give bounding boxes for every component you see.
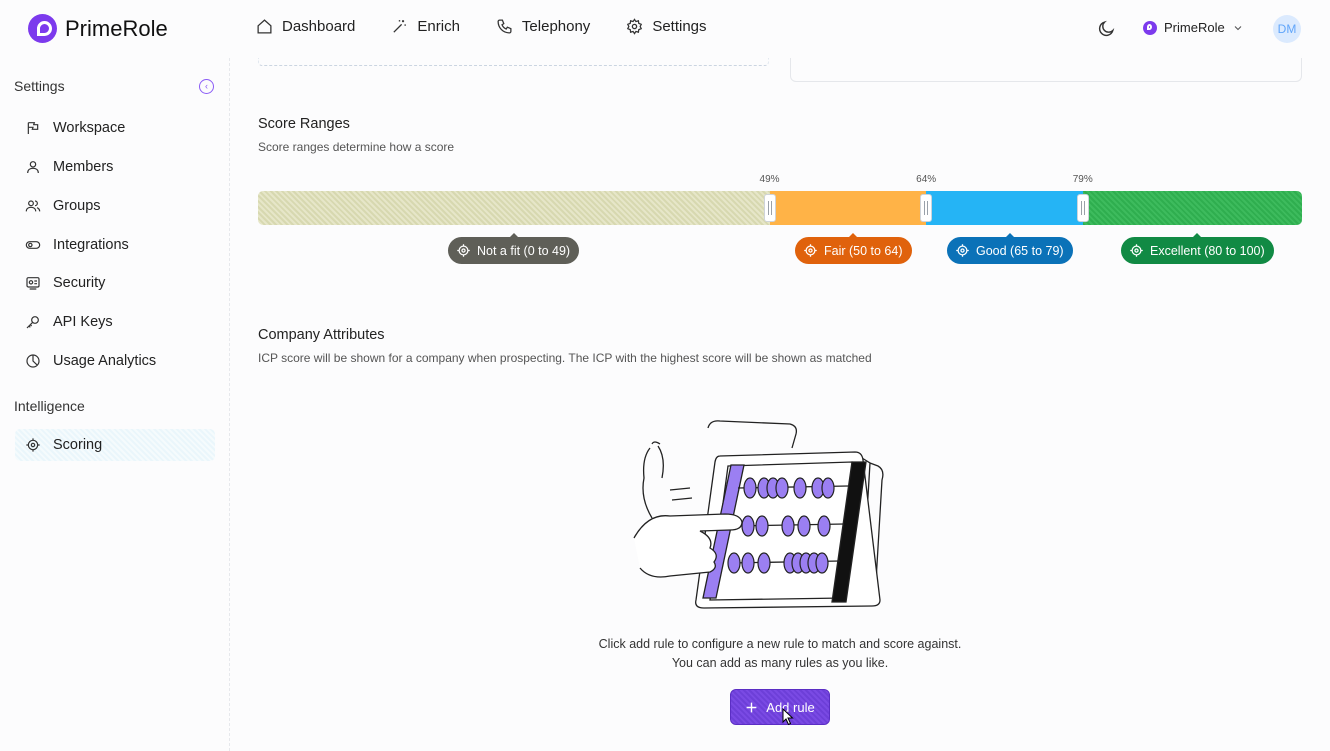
moon-icon[interactable] [1097, 19, 1116, 38]
range-badge-label: Good (65 to 79) [976, 243, 1064, 258]
sidebar-item-label: Groups [53, 198, 101, 214]
top-bar: PrimeRole Dashboard Enrich Telephony Set… [0, 0, 1330, 58]
target-icon [804, 244, 817, 257]
threshold-label: 49% [759, 174, 780, 185]
range-badge-good: Good (65 to 79) [947, 233, 1073, 264]
range-badge-label: Fair (50 to 64) [824, 243, 903, 258]
sidebar-heading-intelligence: Intelligence [14, 398, 85, 414]
chevron-down-icon [1234, 25, 1242, 30]
target-icon [26, 438, 40, 452]
sidebar-item-security[interactable]: Security [15, 267, 215, 299]
toggle-icon [25, 241, 41, 249]
score-ranges-subtitle: Score ranges determine how a score [258, 140, 455, 154]
app-name: PrimeRole [65, 15, 168, 41]
sidebar-item-label: Members [53, 159, 114, 175]
sidebar-item-usage-analytics[interactable]: Usage Analytics [15, 345, 215, 377]
range-slider-handle[interactable] [1076, 194, 1089, 222]
flag-icon [27, 122, 39, 134]
company-attributes-subtitle: ICP score will be shown for a company wh… [258, 351, 872, 365]
users-icon [25, 200, 41, 212]
gear-icon [627, 18, 643, 35]
range-segment-good [926, 191, 1083, 225]
nav-telephony[interactable]: Telephony [496, 18, 590, 35]
range-slider-handle[interactable] [763, 194, 776, 222]
range-segment-excellent [1082, 191, 1302, 225]
sidebar-item-label: Scoring [53, 437, 103, 453]
user-icon [27, 161, 39, 174]
phone-icon [497, 19, 512, 34]
range-segment-fair [769, 191, 927, 225]
target-icon [457, 244, 470, 257]
threshold-label: 79% [1072, 174, 1093, 185]
empty-state-line-2: You can add as many rules as you like. [671, 656, 889, 670]
collapse-sidebar-button[interactable]: ‹ [199, 79, 214, 94]
nav-telephony-label: Telephony [521, 18, 591, 35]
sidebar-item-members[interactable]: Members [15, 151, 215, 183]
sidebar-item-workspace[interactable]: Workspace [15, 112, 215, 144]
range-badge-label: Excellent (80 to 100) [1150, 243, 1265, 258]
range-slider-handle[interactable] [920, 194, 933, 222]
logo-icon [28, 14, 57, 43]
add-rule-button[interactable]: Add rule [730, 689, 830, 725]
sidebar-item-integrations[interactable]: Integrations [15, 229, 215, 261]
sidebar-item-label: API Keys [53, 314, 113, 330]
sidebar-heading-settings: Settings [14, 78, 65, 94]
empty-state-line-1: Click add rule to configure a new rule t… [598, 637, 962, 651]
sidebar-item-groups[interactable]: Groups [15, 190, 215, 222]
upper-card [790, 58, 1302, 82]
plus-icon [746, 702, 757, 712]
org-name: PrimeRole [1164, 20, 1225, 35]
key-icon [26, 316, 39, 329]
sidebar-item-label: Integrations [53, 237, 129, 253]
nav-dashboard-label: Dashboard [282, 18, 356, 35]
company-attributes-title: Company Attributes [258, 327, 385, 343]
target-icon [1130, 244, 1143, 257]
mouse-cursor-icon [782, 708, 794, 726]
home-icon [257, 19, 272, 34]
range-segment-not-a-fit [258, 191, 770, 225]
sidebar-item-scoring[interactable]: Scoring [15, 429, 215, 461]
nav-settings[interactable]: Settings [626, 18, 707, 35]
sidebar: Settings ‹ Workspace Members Groups Inte… [0, 58, 230, 751]
range-badge-excellent: Excellent (80 to 100) [1121, 233, 1274, 264]
nav-enrich[interactable]: Enrich [391, 18, 460, 35]
main-nav: Dashboard Enrich Telephony Settings [256, 18, 707, 35]
abacus-illustration [633, 420, 884, 609]
upper-textarea[interactable] [258, 58, 769, 66]
sidebar-item-label: Usage Analytics [53, 353, 157, 369]
range-badge-label: Not a fit (0 to 49) [477, 243, 571, 258]
org-switcher[interactable]: PrimeRole [1143, 20, 1244, 35]
range-badge-fair: Fair (50 to 64) [795, 233, 912, 264]
user-avatar[interactable]: DM [1273, 15, 1301, 43]
score-ranges-title: Score Ranges [258, 116, 350, 132]
nav-settings-label: Settings [652, 18, 707, 35]
score-range-bar [258, 191, 1302, 225]
target-icon [956, 244, 969, 257]
range-badge-not-a-fit: Not a fit (0 to 49) [448, 233, 580, 264]
sidebar-item-label: Workspace [53, 120, 126, 136]
wand-icon [393, 20, 407, 33]
nav-dashboard[interactable]: Dashboard [256, 18, 355, 35]
pie-chart-icon [26, 354, 40, 368]
org-logo-icon [1143, 20, 1157, 35]
app-logo[interactable]: PrimeRole [28, 14, 168, 43]
chevron-left-icon: ‹ [205, 81, 208, 91]
shield-icon [26, 277, 40, 290]
threshold-label: 64% [916, 174, 937, 185]
sidebar-item-api-keys[interactable]: API Keys [15, 306, 215, 338]
nav-enrich-label: Enrich [417, 18, 460, 35]
sidebar-item-label: Security [53, 275, 106, 291]
